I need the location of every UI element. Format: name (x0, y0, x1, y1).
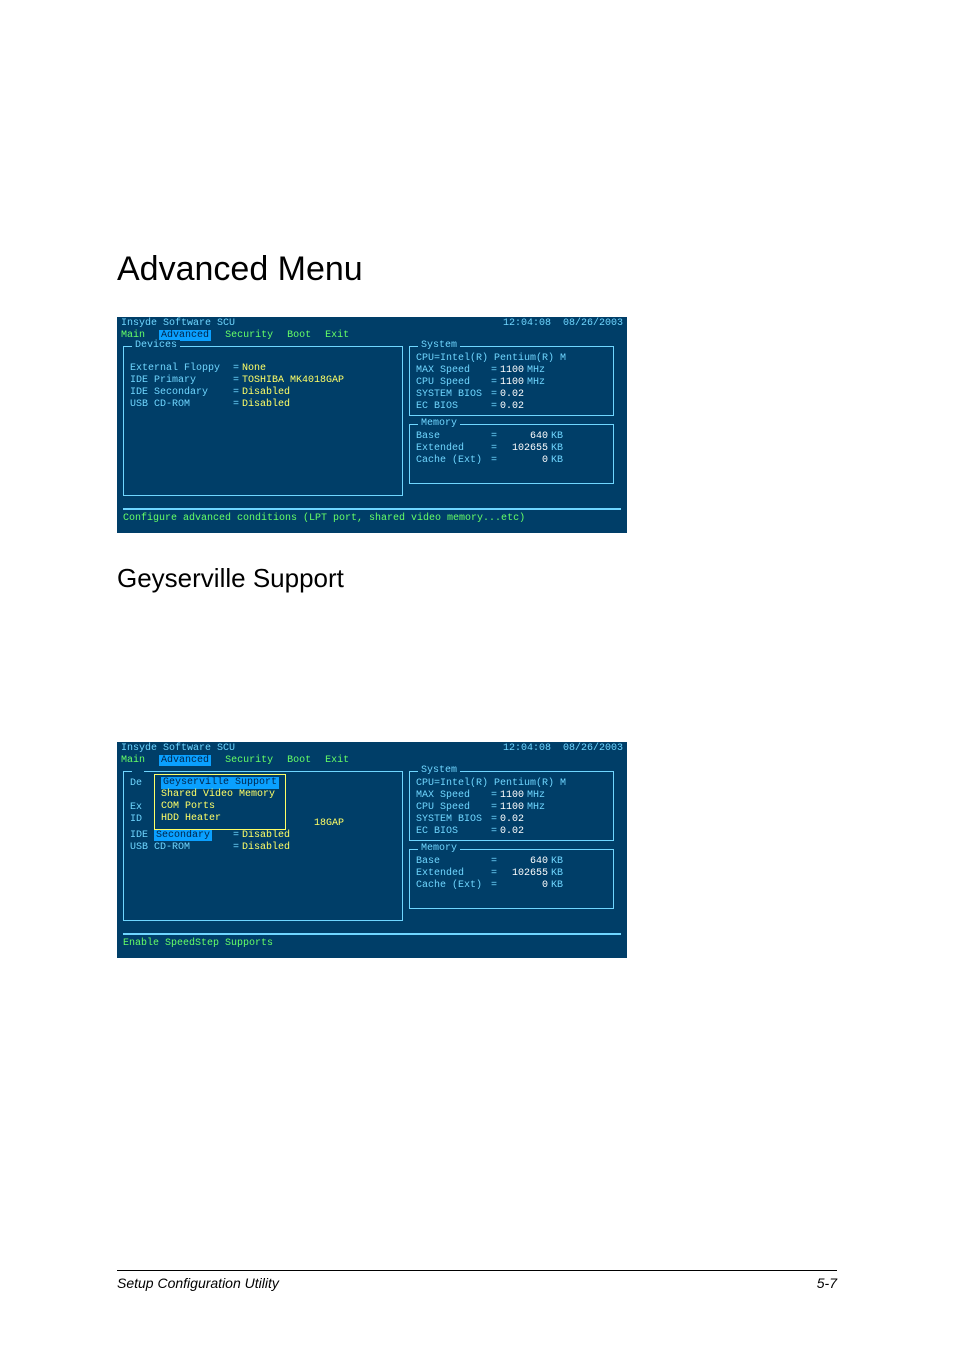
bios-menubar: Main Advanced Security Boot Exit (117, 755, 627, 769)
sys-row: MAX Speed=1100MHz (416, 365, 607, 377)
sys-row: CPU Speed=1100MHz (416, 377, 607, 389)
bios-title: Insyde Software SCU (121, 743, 235, 755)
bios-title: Insyde Software SCU (121, 318, 235, 330)
submenu-item-geyserville[interactable]: Geyserville Support (161, 777, 279, 789)
device-row: IDE Secondary =Disabled (130, 830, 396, 842)
tab-exit[interactable]: Exit (325, 755, 349, 766)
sys-row: EC BIOS=0.02 (416, 401, 607, 413)
page-title: Advanced Menu (117, 250, 837, 289)
system-panel: System CPU=Intel(R) Pentium(R) M MAX Spe… (409, 771, 614, 841)
device-row: USB CD-ROM=Disabled (130, 842, 396, 854)
sys-row: SYSTEM BIOS=0.02 (416, 389, 607, 401)
bios-datetime: 12:04:08 08/26/2003 (503, 318, 623, 330)
bios-menubar: Main Advanced Security Boot Exit (117, 330, 627, 344)
devices-panel: De Ex ID 18GAP Geyserville Support Share… (123, 771, 403, 921)
page-footer: Setup Configuration Utility 5-7 (117, 1270, 837, 1291)
device-row: External Floppy=None (130, 363, 396, 375)
bios-screenshot-2: Insyde Software SCU 12:04:08 08/26/2003 … (117, 742, 627, 958)
memory-panel: Memory Base=640KB Extended=102655KB Cach… (409, 424, 614, 484)
tab-security[interactable]: Security (225, 755, 273, 766)
bios-help-text: Configure advanced conditions (LPT port,… (123, 508, 621, 525)
tab-boot[interactable]: Boot (287, 330, 311, 341)
devices-panel: Devices External Floppy=None IDE Primary… (123, 346, 403, 496)
submenu-item-hdd-heater[interactable]: HDD Heater (161, 813, 279, 825)
bios-screenshot-1: Insyde Software SCU 12:04:08 08/26/2003 … (117, 317, 627, 533)
tab-advanced[interactable]: Advanced (159, 755, 211, 766)
mem-row: Extended=102655KB (416, 443, 607, 455)
device-row: IDE Primary=TOSHIBA MK4018GAP (130, 375, 396, 387)
mem-row: Base=640KB (416, 431, 607, 443)
advanced-submenu: Geyserville Support Shared Video Memory … (154, 774, 286, 830)
tab-boot[interactable]: Boot (287, 755, 311, 766)
memory-panel: Memory Base=640KB Extended=102655KB Cach… (409, 849, 614, 909)
device-row: IDE Secondary=Disabled (130, 387, 396, 399)
bios-datetime: 12:04:08 08/26/2003 (503, 743, 623, 755)
device-row: USB CD-ROM=Disabled (130, 399, 396, 411)
submenu-item-shared-video[interactable]: Shared Video Memory (161, 789, 279, 801)
system-panel: System CPU=Intel(R) Pentium(R) M MAX Spe… (409, 346, 614, 416)
section-title: Geyserville Support (117, 563, 837, 594)
tab-exit[interactable]: Exit (325, 330, 349, 341)
footer-page-number: 5-7 (817, 1275, 837, 1291)
tab-security[interactable]: Security (225, 330, 273, 341)
bios-help-text: Enable SpeedStep Supports (123, 933, 621, 950)
mem-row: Cache (Ext)=0KB (416, 455, 607, 467)
footer-title: Setup Configuration Utility (117, 1275, 279, 1291)
submenu-item-com-ports[interactable]: COM Ports (161, 801, 279, 813)
